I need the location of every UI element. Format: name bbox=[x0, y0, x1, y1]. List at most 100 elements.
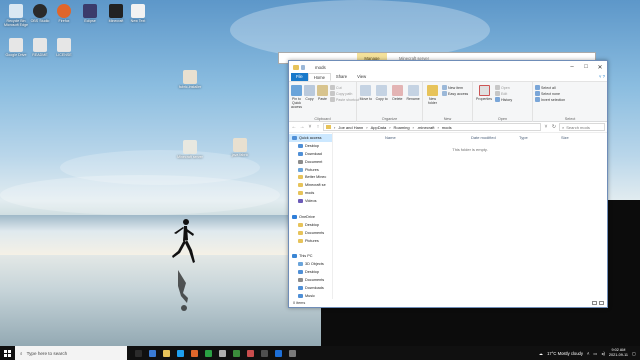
select-all-button[interactable]: Select all bbox=[535, 85, 565, 90]
new-item-button[interactable]: New item bbox=[442, 85, 468, 90]
breadcrumb-item[interactable]: Roaming bbox=[394, 125, 410, 130]
copy-button[interactable]: Copy bbox=[304, 83, 315, 121]
column-size[interactable]: Size bbox=[561, 135, 581, 140]
breadcrumb-item[interactable]: Joe and Hann bbox=[338, 125, 363, 130]
paste-shortcut-button[interactable]: Paste shortcut bbox=[330, 97, 359, 102]
weather-icon[interactable]: ☁ bbox=[539, 351, 543, 356]
nav-item[interactable]: Desktop bbox=[289, 142, 332, 150]
title-bar[interactable]: mods – □ ✕ bbox=[289, 61, 607, 73]
file-explorer-window[interactable]: mods – □ ✕ File Home Share View ˅ ? Pin … bbox=[288, 60, 608, 308]
large-icons-view-icon[interactable] bbox=[599, 301, 604, 305]
desktop-icon[interactable]: fabric-installer bbox=[176, 70, 204, 89]
rename-button[interactable]: Rename bbox=[406, 83, 420, 121]
chevron-up-icon[interactable]: ˄ bbox=[587, 351, 589, 356]
start-button[interactable] bbox=[0, 346, 15, 360]
move-to-button[interactable]: Move to bbox=[359, 83, 373, 121]
column-date-modified[interactable]: Date modified bbox=[471, 135, 519, 140]
quick-access-toolbar-icon[interactable] bbox=[301, 64, 305, 70]
breadcrumb-item[interactable]: AppData bbox=[371, 125, 387, 130]
notifications-icon[interactable]: ▢ bbox=[632, 351, 636, 356]
weather-text[interactable]: 17°C Mostly cloudy bbox=[547, 351, 583, 356]
copy-to-button[interactable]: Copy to bbox=[375, 83, 389, 121]
taskbar-app-icon[interactable] bbox=[273, 348, 284, 358]
navigation-pane[interactable]: Quick access Desktop Download Document Pictu… bbox=[289, 133, 333, 299]
nav-item[interactable]: OneDrive bbox=[289, 213, 332, 221]
taskbar-app-icon[interactable] bbox=[217, 348, 228, 358]
desktop-icon[interactable]: Firefox bbox=[50, 4, 78, 23]
column-type[interactable]: Type bbox=[519, 135, 561, 140]
nav-item[interactable]: Documents bbox=[289, 276, 332, 284]
select-none-button[interactable]: Select none bbox=[535, 91, 565, 96]
chevron-down-icon[interactable]: ˅ bbox=[307, 124, 313, 130]
new-folder-button[interactable]: New folder bbox=[425, 83, 440, 121]
properties-icon bbox=[478, 85, 490, 96]
maximize-button[interactable]: □ bbox=[579, 61, 593, 73]
taskbar-app-icon[interactable] bbox=[189, 348, 200, 358]
nav-item[interactable]: 3D Objects bbox=[289, 260, 332, 268]
edit-button[interactable]: Edit bbox=[495, 91, 512, 96]
nav-item[interactable]: This PC bbox=[289, 252, 332, 260]
taskbar-app-icon[interactable] bbox=[203, 348, 214, 358]
invert-selection-button[interactable]: Invert selection bbox=[535, 97, 565, 102]
nav-item[interactable]: Minecraft se bbox=[289, 181, 332, 189]
taskbar-app-icon[interactable] bbox=[161, 348, 172, 358]
nav-item[interactable]: mods bbox=[289, 189, 332, 197]
close-button[interactable]: ✕ bbox=[593, 61, 607, 73]
details-view-icon[interactable] bbox=[592, 301, 597, 305]
search-input[interactable]: ⌕ Search mods bbox=[559, 123, 605, 131]
nav-item[interactable]: Document bbox=[289, 158, 332, 166]
nav-item[interactable]: Pictures bbox=[289, 166, 332, 174]
nav-item[interactable]: Downloads bbox=[289, 284, 332, 292]
tab-home[interactable]: Home bbox=[307, 73, 331, 81]
paste-button[interactable]: Paste bbox=[317, 83, 328, 121]
taskbar-search[interactable]: ⌕ Type here to search bbox=[15, 346, 127, 360]
taskbar-app-icon[interactable] bbox=[231, 348, 242, 358]
up-arrow-icon[interactable]: ↑ bbox=[315, 124, 321, 130]
delete-button[interactable]: Delete bbox=[391, 83, 405, 121]
file-list[interactable]: Name Date modified Type Size This folder… bbox=[333, 133, 607, 299]
nav-item[interactable]: Music bbox=[289, 292, 332, 299]
nav-item[interactable]: Videos bbox=[289, 197, 332, 205]
desktop-icon[interactable]: LICENSE bbox=[50, 38, 78, 57]
nav-item[interactable]: Pictures bbox=[289, 237, 332, 245]
taskbar-app-icon[interactable] bbox=[147, 348, 158, 358]
tab-file[interactable]: File bbox=[291, 73, 308, 81]
desktop-icon[interactable]: Minecraft server bbox=[176, 140, 204, 159]
desktop-icon[interactable]: New Text bbox=[124, 4, 152, 23]
nav-item[interactable]: Quick access bbox=[289, 134, 332, 142]
back-arrow-icon[interactable]: ← bbox=[291, 124, 297, 130]
cut-button[interactable]: Cut bbox=[330, 85, 359, 90]
clock[interactable]: 9:02 AM 2021-09-11 bbox=[609, 348, 628, 358]
taskbar-app-icon[interactable] bbox=[245, 348, 256, 358]
refresh-icon[interactable]: ↻ bbox=[551, 124, 557, 130]
easy-access-button[interactable]: Easy access bbox=[442, 91, 468, 96]
nav-item[interactable]: Download bbox=[289, 150, 332, 158]
network-icon[interactable]: ▭ bbox=[593, 351, 597, 356]
nav-item[interactable]: Better Minec bbox=[289, 173, 332, 181]
desktop-icon[interactable]: java fabric bbox=[226, 138, 254, 157]
nav-item[interactable]: Desktop bbox=[289, 268, 332, 276]
copy-path-button[interactable]: Copy path bbox=[330, 91, 359, 96]
properties-button[interactable]: Properties bbox=[475, 83, 493, 121]
taskbar-app-icon[interactable] bbox=[133, 348, 144, 358]
breadcrumb-item[interactable]: .minecraft bbox=[417, 125, 435, 130]
pin-to-quick-access-button[interactable]: Pin to Quick access bbox=[291, 83, 302, 121]
volume-icon[interactable]: ◂) bbox=[601, 351, 605, 356]
forward-arrow-icon[interactable]: → bbox=[299, 124, 305, 130]
history-button[interactable]: History bbox=[495, 97, 512, 102]
taskbar-app-icon[interactable] bbox=[175, 348, 186, 358]
help-icon[interactable]: ˅ ? bbox=[599, 74, 605, 79]
taskbar-app-icon[interactable] bbox=[259, 348, 270, 358]
nav-item[interactable]: Desktop bbox=[289, 221, 332, 229]
breadcrumb-item[interactable]: mods bbox=[442, 125, 452, 130]
desktop-icon[interactable]: Eclipse bbox=[76, 4, 104, 23]
column-name[interactable]: Name bbox=[385, 135, 471, 140]
taskbar-app-icon[interactable] bbox=[287, 348, 298, 358]
address-dropdown-icon[interactable]: ˅ bbox=[543, 124, 549, 130]
tab-view[interactable]: View bbox=[352, 73, 371, 81]
open-button[interactable]: Open bbox=[495, 85, 512, 90]
nav-item[interactable]: Documents bbox=[289, 229, 332, 237]
tab-share[interactable]: Share bbox=[331, 73, 352, 81]
address-bar[interactable]: › Joe and Hann › AppData › Roaming › .mi… bbox=[323, 123, 541, 131]
minimize-button[interactable]: – bbox=[565, 61, 579, 73]
